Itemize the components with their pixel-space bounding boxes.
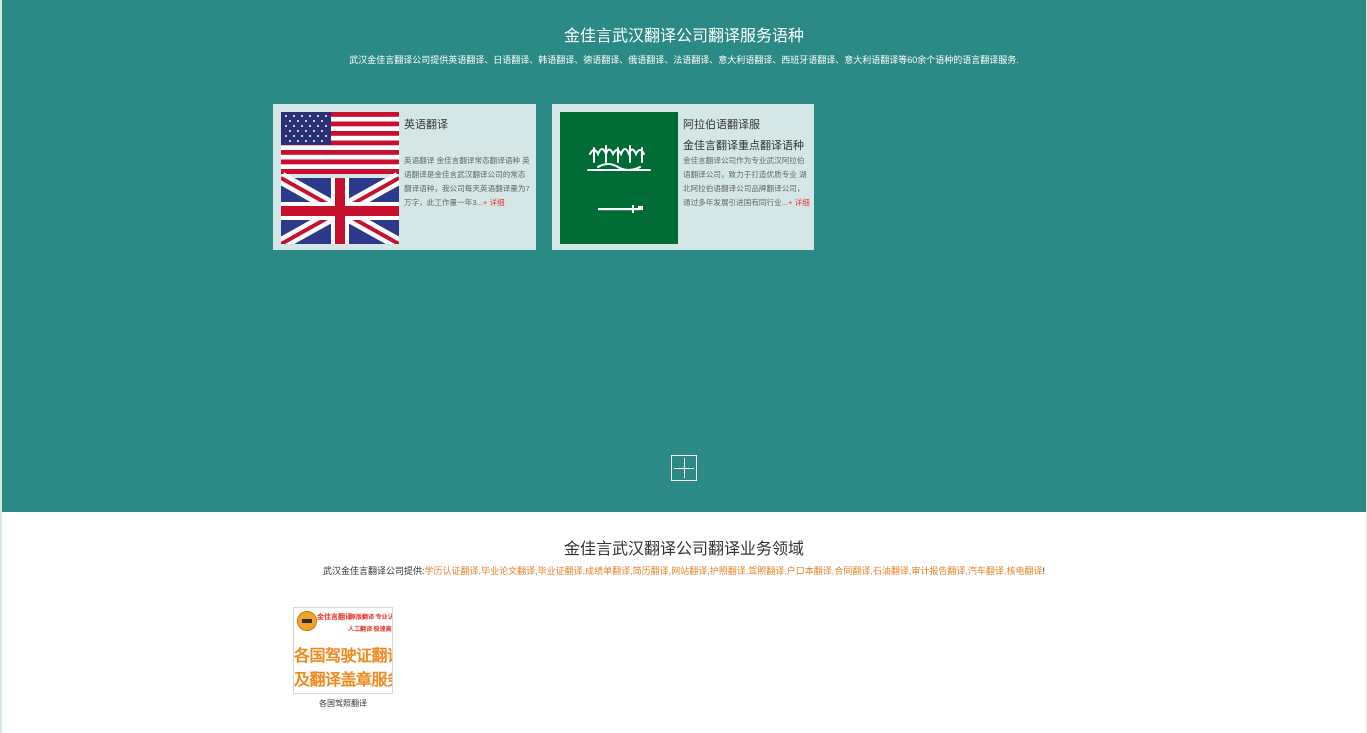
business-link[interactable]: 护照翻译 bbox=[710, 566, 746, 576]
business-link[interactable]: 驾照翻译 bbox=[748, 566, 784, 576]
business-link[interactable]: 学历认证翻译 bbox=[425, 566, 479, 576]
business-link[interactable]: 合同翻译 bbox=[834, 566, 870, 576]
business-ending: ! bbox=[1042, 566, 1045, 576]
business-link[interactable]: 毕业论文翻译 bbox=[481, 566, 535, 576]
business-link[interactable]: 简历翻译 bbox=[633, 566, 669, 576]
business-link[interactable]: 户口本翻译 bbox=[787, 566, 832, 576]
plus-icon[interactable] bbox=[671, 455, 697, 481]
thumbnail-tag: 原版翻译 专业认证 bbox=[350, 615, 392, 621]
card-description: 英语翻译 金佳言翻译常态翻译语种 英语翻译是金佳言武汉翻译公司的常态翻译语种，我… bbox=[404, 154, 532, 210]
business-item-thumbnail[interactable]: 金佳言翻译 原版翻译 专业认证 人工翻译 极速高效 各国驾驶证翻译 及翻译盖章服… bbox=[293, 607, 393, 694]
card-description-text: 英语翻译 金佳言翻译常态翻译语种 英语翻译是金佳言武汉翻译公司的常态翻译语种，我… bbox=[404, 156, 530, 207]
thumbnail-brand: 金佳言翻译 bbox=[317, 614, 352, 621]
uk-flag-icon bbox=[281, 172, 399, 244]
business-links: 学历认证翻译,毕业论文翻译,毕业证翻译,成绩单翻译,简历翻译,网站翻译,护照翻译… bbox=[425, 566, 1043, 576]
arabic-flag-image[interactable] bbox=[560, 112, 678, 244]
business-link[interactable]: 核电翻译 bbox=[1006, 566, 1042, 576]
language-section-subtitle: 武汉金佳言翻译公司提供英语翻译、日语翻译、韩语翻译、德语翻译、俄语翻译、法语翻译… bbox=[349, 55, 1019, 65]
thumbnail-headline: 及翻译盖章服务 bbox=[294, 672, 393, 689]
business-link[interactable]: 网站翻译 bbox=[671, 566, 707, 576]
card-title[interactable]: 英语翻译 bbox=[404, 116, 448, 132]
page: 金佳言武汉翻译公司翻译服务语种 武汉金佳言翻译公司提供英语翻译、日语翻译、韩语翻… bbox=[2, 0, 1366, 733]
business-link[interactable]: 汽车翻译 bbox=[968, 566, 1004, 576]
business-section-title: 金佳言武汉翻译公司翻译业务领域 bbox=[563, 541, 804, 558]
business-link[interactable]: 审计报告翻译 bbox=[911, 566, 965, 576]
card-description: 金佳言翻译公司作为专业武汉阿拉伯语翻译公司，致力于打造优质专业 湖北阿拉伯语翻译… bbox=[683, 154, 811, 210]
business-link[interactable]: 石油翻译 bbox=[873, 566, 909, 576]
language-services-section: 金佳言武汉翻译公司翻译服务语种 武汉金佳言翻译公司提供英语翻译、日语翻译、韩语翻… bbox=[2, 0, 1366, 512]
usa-flag-icon bbox=[281, 112, 399, 174]
business-item-caption[interactable]: 各国驾照翻译 bbox=[293, 698, 393, 709]
thumbnail-tag: 人工翻译 极速高效 bbox=[348, 627, 393, 633]
business-section-subtitle: 武汉金佳言翻译公司提供:学历认证翻译,毕业论文翻译,毕业证翻译,成绩单翻译,简历… bbox=[2, 564, 1366, 577]
english-translation-card[interactable]: 英语翻译 英语翻译 金佳言翻译常态翻译语种 英语翻译是金佳言武汉翻译公司的常态翻… bbox=[273, 104, 536, 250]
business-link[interactable]: 毕业证翻译 bbox=[538, 566, 583, 576]
more-details-link[interactable]: + 详细 bbox=[788, 198, 810, 207]
language-section-title: 金佳言武汉翻译公司翻译服务语种 bbox=[563, 28, 804, 45]
business-intro-text: 武汉金佳言翻译公司提供: bbox=[323, 566, 425, 576]
usa-uk-flags bbox=[281, 112, 399, 244]
company-logo-icon bbox=[297, 611, 317, 631]
card-subtitle: 金佳言翻译重点翻译语种 bbox=[683, 140, 804, 152]
saudi-flag-icon bbox=[560, 112, 678, 244]
business-link[interactable]: 成绩单翻译 bbox=[585, 566, 630, 576]
arabic-translation-card[interactable]: 阿拉伯语翻译服 金佳言翻译重点翻译语种 金佳言翻译公司作为专业武汉阿拉伯语翻译公… bbox=[552, 104, 814, 250]
english-flag-image[interactable] bbox=[281, 112, 399, 244]
card-title[interactable]: 阿拉伯语翻译服 bbox=[683, 116, 760, 132]
thumbnail-headline: 各国驾驶证翻译 bbox=[294, 648, 393, 665]
more-details-link[interactable]: + 详细 bbox=[483, 198, 505, 207]
business-item-driver-license[interactable]: 金佳言翻译 原版翻译 专业认证 人工翻译 极速高效 各国驾驶证翻译 及翻译盖章服… bbox=[293, 607, 393, 709]
